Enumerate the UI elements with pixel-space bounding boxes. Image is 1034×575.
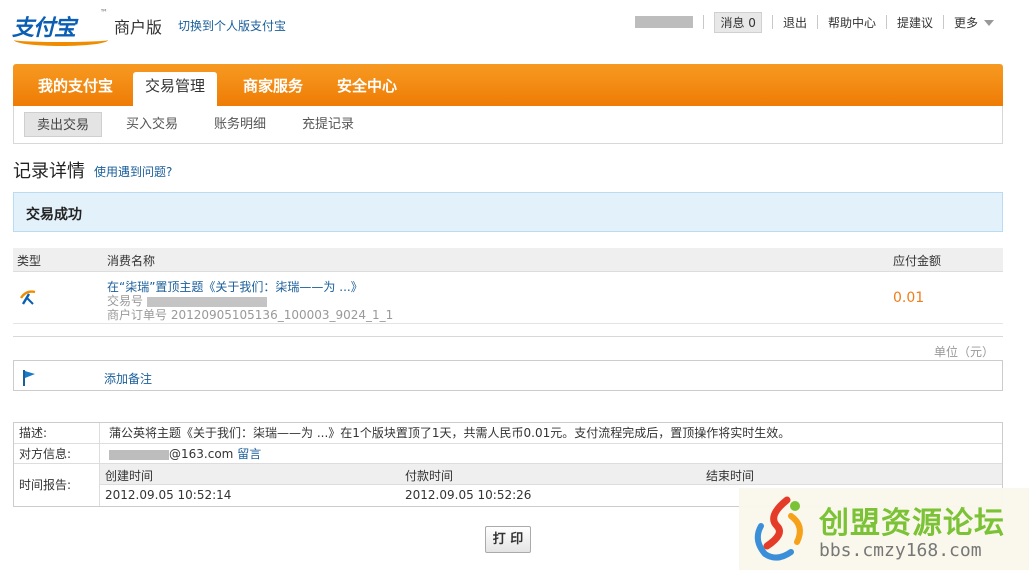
amount-value: 0.01 <box>893 290 925 306</box>
col-name: 消费名称 <box>107 254 156 268</box>
divider <box>942 15 944 29</box>
subtab-account-details[interactable]: 账务明细 <box>202 112 278 137</box>
paid-time-value: 2012.09.05 10:52:26 <box>405 488 532 502</box>
divider <box>703 15 705 29</box>
divider <box>771 15 773 29</box>
forum-logo-icon <box>754 496 803 561</box>
tab-merchant-services[interactable]: 商家服务 <box>231 72 315 106</box>
time-report-label: 时间报告: <box>14 464 100 506</box>
created-time-label: 创建时间 <box>105 469 154 483</box>
messages-button[interactable]: 消息 0 <box>714 11 762 33</box>
status-banner: 交易成功 <box>13 192 1003 232</box>
col-amount: 应付金额 <box>893 254 942 268</box>
watermark: 创盟资源论坛 bbs.cmzy168.com <box>739 488 1029 570</box>
edition-label: 商户版 <box>114 18 163 37</box>
watermark-name: 创盟资源论坛 <box>819 506 1005 541</box>
logo-swoosh <box>14 34 108 46</box>
paid-time-label: 付款时间 <box>405 469 454 483</box>
header: 支付宝 ™ 商户版 切换到个人版支付宝 消息 0 退出 帮助中心 提建议 更多 <box>0 0 1034 56</box>
created-time-value: 2012.09.05 10:52:14 <box>105 488 232 502</box>
flag-icon <box>23 370 35 386</box>
tab-my-alipay[interactable]: 我的支付宝 <box>26 72 125 106</box>
alipay-logo[interactable]: 支付宝 <box>12 10 108 46</box>
main-nav: 我的支付宝 交易管理 商家服务 安全中心 <box>13 64 1003 106</box>
chevron-down-icon <box>984 20 994 26</box>
messages-count: 0 <box>748 15 756 30</box>
trade-number-redacted <box>147 296 268 307</box>
description-label: 描述: <box>14 423 100 443</box>
col-type: 类型 <box>17 254 42 268</box>
help-center-link[interactable]: 帮助中心 <box>828 14 876 31</box>
tab-security-center[interactable]: 安全中心 <box>325 72 409 106</box>
info-row-party: 对方信息: @163.com 留言 <box>14 444 1002 464</box>
status-text: 交易成功 <box>26 207 82 223</box>
divider <box>816 15 818 29</box>
watermark-url: bbs.cmzy168.com <box>819 540 982 561</box>
tab-trade-management[interactable]: 交易管理 <box>133 72 218 106</box>
info-row-description: 描述: 蒲公英将主题《关于我们：柒瑞——为 ...》在1个版块置顶了1天，共需人… <box>14 423 1002 444</box>
subtab-purchases[interactable]: 买入交易 <box>114 112 190 137</box>
divider <box>13 336 1003 337</box>
top-nav: 消息 0 退出 帮助中心 提建议 更多 <box>635 11 994 33</box>
user-name-redacted <box>635 16 694 28</box>
trade-type-icon <box>19 290 36 305</box>
email-redacted <box>109 449 169 460</box>
more-label: 更多 <box>953 15 978 30</box>
switch-personal-link[interactable]: 切换到个人版支付宝 <box>178 17 286 34</box>
divider <box>885 15 887 29</box>
feedback-link[interactable]: 提建议 <box>897 14 933 31</box>
logout-link[interactable]: 退出 <box>783 14 807 31</box>
end-time-label: 结束时间 <box>706 469 755 483</box>
party-value: @163.com 留言 <box>105 444 1002 464</box>
subtab-deposit-withdraw[interactable]: 充提记录 <box>290 112 366 137</box>
party-email: @163.com <box>169 447 234 461</box>
table-row: 在“柒瑞”置顶主题《关于我们：柒瑞——为 ...》 交易号 商户订单号 2012… <box>13 272 1003 324</box>
help-link[interactable]: 使用遇到问题? <box>94 163 172 180</box>
time-header: 创建时间 付款时间 结束时间 <box>100 464 1002 485</box>
unit-label: 单位（元） <box>933 345 994 359</box>
remark-box: 添加备注 <box>13 360 1003 391</box>
detail-table-header: 类型 消费名称 应付金额 <box>13 248 1003 272</box>
add-remark-link[interactable]: 添加备注 <box>104 370 152 387</box>
print-button[interactable]: 打 印 <box>485 526 531 553</box>
leave-message-link[interactable]: 留言 <box>237 447 261 461</box>
order-number: 商户订单号 20120905105136_100003_9024_1_1 <box>107 308 394 322</box>
sub-nav: 卖出交易 买入交易 账务明细 充提记录 <box>13 106 1003 144</box>
trademark: ™ <box>100 8 108 17</box>
description-value: 蒲公英将主题《关于我们：柒瑞——为 ...》在1个版块置顶了1天，共需人民币0.… <box>109 426 791 440</box>
party-label: 对方信息: <box>14 444 100 463</box>
page-title: 记录详情 <box>13 161 85 182</box>
subtab-sales[interactable]: 卖出交易 <box>24 112 103 137</box>
messages-label: 消息 <box>720 15 745 30</box>
more-menu[interactable]: 更多 <box>954 14 994 31</box>
